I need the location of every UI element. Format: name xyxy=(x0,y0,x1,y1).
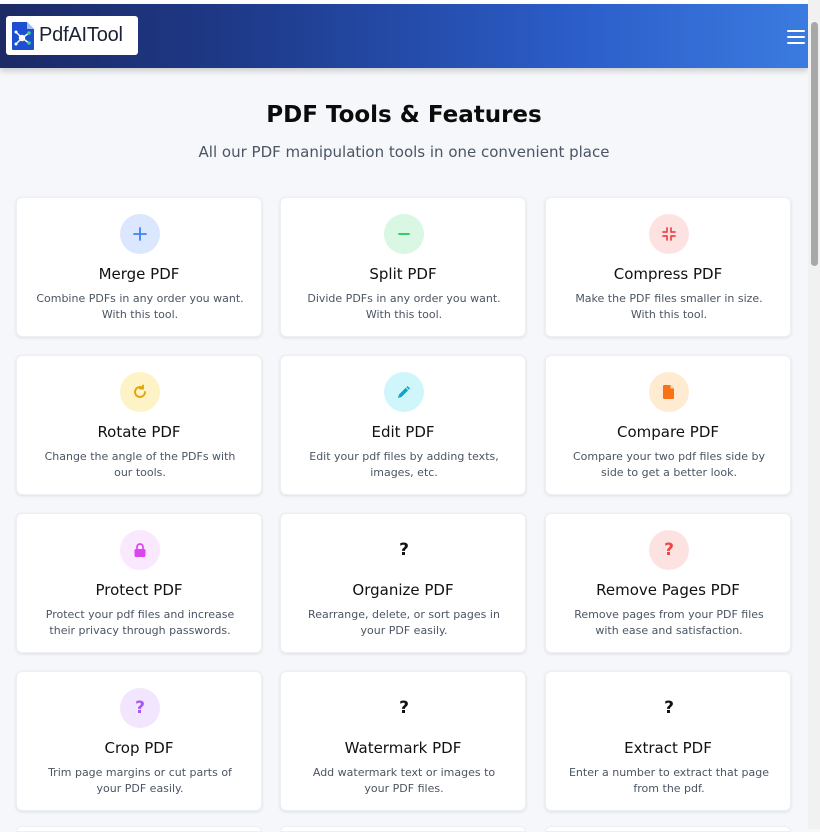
tool-title: Crop PDF xyxy=(104,739,174,757)
rotate-icon xyxy=(120,372,160,412)
tool-card-rotate-pdf[interactable]: Rotate PDF Change the angle of the PDFs … xyxy=(16,355,262,495)
question-icon: ? xyxy=(120,688,160,728)
question-icon: ? xyxy=(384,530,424,570)
tool-description: Protect your pdf files and increase thei… xyxy=(45,608,235,637)
menu-icon-bar xyxy=(787,30,805,32)
tool-card-partial xyxy=(16,826,262,832)
question-glyph: ? xyxy=(664,697,674,718)
menu-icon-bar xyxy=(787,36,805,38)
tool-title: Watermark PDF xyxy=(344,739,462,757)
tool-card-compare-pdf[interactable]: Compare PDF Compare your two pdf files s… xyxy=(545,355,791,495)
tool-title: Merge PDF xyxy=(98,265,180,283)
site-logo[interactable]: PdfAITool xyxy=(6,16,138,55)
tool-description: Remove pages from your PDF files with ea… xyxy=(574,608,764,637)
tool-card-watermark-pdf[interactable]: ? Watermark PDF Add watermark text or im… xyxy=(280,671,526,811)
tool-card-split-pdf[interactable]: Split PDF Divide PDFs in any order you w… xyxy=(280,197,526,337)
vertical-scrollbar[interactable] xyxy=(808,0,820,829)
question-glyph: ? xyxy=(135,697,145,718)
logo-text: PdfAITool xyxy=(39,24,123,46)
logo-icon xyxy=(12,21,34,50)
tool-card-protect-pdf[interactable]: Protect PDF Protect your pdf files and i… xyxy=(16,513,262,653)
question-glyph: ? xyxy=(399,697,409,718)
tool-description: Trim page margins or cut parts of your P… xyxy=(48,766,232,795)
tool-title: Protect PDF xyxy=(95,581,183,599)
hamburger-menu-button[interactable] xyxy=(786,29,806,45)
menu-icon-bar xyxy=(787,42,805,44)
tool-title: Rotate PDF xyxy=(97,423,181,441)
page-title: PDF Tools & Features xyxy=(266,102,542,128)
lock-icon xyxy=(120,530,160,570)
minus-icon xyxy=(384,214,424,254)
tool-card-compress-pdf[interactable]: Compress PDF Make the PDF files smaller … xyxy=(545,197,791,337)
question-glyph: ? xyxy=(399,539,409,560)
tool-description: Combine PDFs in any order you want. With… xyxy=(36,292,244,321)
question-icon: ? xyxy=(649,530,689,570)
tool-card-partial xyxy=(545,826,791,832)
tool-card-merge-pdf[interactable]: Merge PDF Combine PDFs in any order you … xyxy=(16,197,262,337)
question-glyph: ? xyxy=(664,539,674,560)
tool-card-partial xyxy=(280,826,526,832)
tool-title: Extract PDF xyxy=(624,739,712,757)
tool-description: Change the angle of the PDFs with our to… xyxy=(44,450,236,479)
tool-title: Edit PDF xyxy=(371,423,435,441)
tool-title: Remove Pages PDF xyxy=(596,581,740,599)
tool-description: Add watermark text or images to your PDF… xyxy=(312,766,496,795)
tool-card-remove-pages-pdf[interactable]: ? Remove Pages PDF Remove pages from you… xyxy=(545,513,791,653)
tool-title: Compress PDF xyxy=(613,265,723,283)
tool-description: Enter a number to extract that page from… xyxy=(568,766,770,795)
scrollbar-thumb[interactable] xyxy=(811,22,818,266)
tool-description: Edit your pdf files by adding texts, ima… xyxy=(309,450,499,479)
tool-description: Divide PDFs in any order you want. With … xyxy=(307,292,501,321)
document-icon xyxy=(649,372,689,412)
question-icon: ? xyxy=(649,688,689,728)
question-icon: ? xyxy=(384,688,424,728)
tool-card-extract-pdf[interactable]: ? Extract PDF Enter a number to extract … xyxy=(545,671,791,811)
compress-icon xyxy=(649,214,689,254)
tool-card-organize-pdf[interactable]: ? Organize PDF Rearrange, delete, or sor… xyxy=(280,513,526,653)
tool-card-crop-pdf[interactable]: ? Crop PDF Trim page margins or cut part… xyxy=(16,671,262,811)
navbar: PdfAITool xyxy=(0,4,808,68)
tool-description: Make the PDF files smaller in size. With… xyxy=(575,292,763,321)
tool-title: Split PDF xyxy=(369,265,437,283)
tool-card-edit-pdf[interactable]: Edit PDF Edit your pdf files by adding t… xyxy=(280,355,526,495)
tool-title: Compare PDF xyxy=(616,423,720,441)
tool-description: Rearrange, delete, or sort pages in your… xyxy=(308,608,500,637)
tool-title: Organize PDF xyxy=(352,581,454,599)
pencil-icon xyxy=(384,372,424,412)
plus-icon xyxy=(120,214,160,254)
tool-description: Compare your two pdf files side by side … xyxy=(572,450,765,479)
page-subtitle: All our PDF manipulation tools in one co… xyxy=(198,143,610,161)
